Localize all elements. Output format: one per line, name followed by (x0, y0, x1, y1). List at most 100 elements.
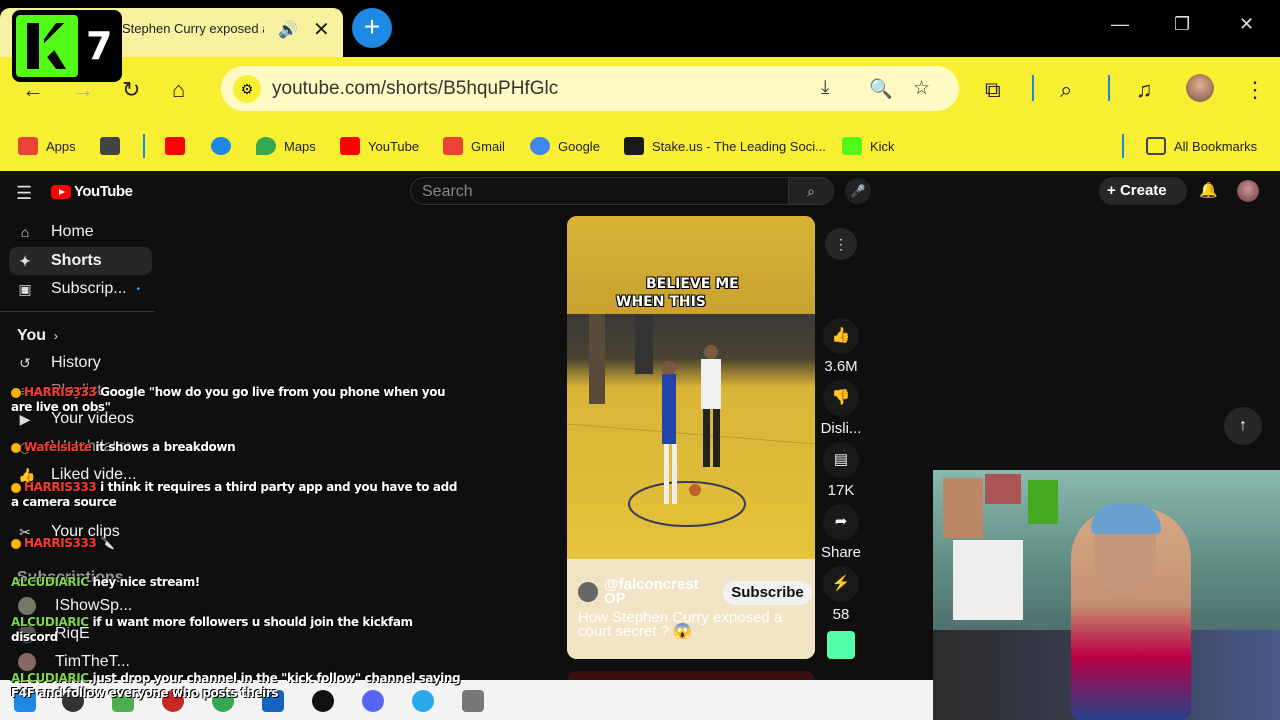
bookmark-kick[interactable]: Kick (842, 134, 895, 158)
channel-avatar (18, 597, 36, 615)
screen: { "browser": { "tab_title": "Stephen Cur… (0, 0, 1280, 720)
extensions-icon[interactable]: ⧉ (985, 77, 1001, 103)
kick-icon (842, 137, 862, 155)
youtube-icon (340, 137, 360, 155)
bookmark-maps[interactable]: Maps (256, 134, 316, 158)
google-icon (530, 137, 550, 155)
chat-username: ALCUDIARIC (11, 671, 89, 685)
minimize-icon[interactable]: — (1111, 14, 1129, 35)
hamburger-menu-icon[interactable]: ☰ (16, 183, 32, 204)
channel-avatar[interactable] (578, 582, 598, 602)
previous-short-button[interactable]: ↑ (1224, 407, 1262, 445)
create-button[interactable]: + Create (1099, 177, 1187, 205)
tab-title: Stephen Curry exposed a court (122, 21, 264, 36)
channel-info[interactable]: @falconcrest OP (578, 577, 712, 606)
address-bar[interactable]: ⚙ youtube.com/shorts/B5hquPHfGlc ⤓ 🔍 ☆ (221, 66, 959, 111)
star-icon[interactable]: ☆ (913, 77, 930, 100)
arrow-up-icon: ↑ (1239, 417, 1247, 434)
subscribe-button[interactable]: Subscribe (723, 581, 812, 605)
you-heading-text: You (17, 327, 47, 344)
install-icon[interactable]: ⤓ (821, 77, 829, 99)
media-control-icon[interactable]: ♫ (1136, 77, 1153, 103)
bookmark-google[interactable]: Google (530, 134, 600, 158)
you-heading[interactable]: You › (17, 327, 58, 345)
youtube-icon (165, 137, 185, 155)
dislike-label: Disli... (820, 420, 862, 437)
close-tab-icon[interactable]: ✕ (313, 17, 330, 42)
chat-message: ALCUDIARIC if u want more followers u sh… (11, 615, 461, 645)
short-video-player[interactable]: BELIEVE ME WHEN THIS @falconcrest OP Sub… (567, 216, 815, 659)
remix-button[interactable]: ⚡ 58 (815, 566, 867, 623)
profile-avatar[interactable] (1186, 74, 1214, 102)
dislike-button[interactable]: 👎 Disli... (815, 380, 867, 437)
close-window-icon[interactable]: ✕ (1239, 14, 1254, 35)
thumbs-up-icon: 👍 (823, 318, 859, 354)
youtube-logo[interactable]: YouTube (51, 183, 133, 200)
chat-message: HARRIS333 🔪 (11, 536, 461, 551)
wall-poster (1028, 480, 1058, 524)
toolbar-separator (1032, 75, 1034, 101)
chat-username: HARRIS333 (24, 385, 97, 399)
sidebar-item-home[interactable]: ⌂ Home (9, 218, 152, 246)
short-title[interactable]: How Stephen Curry exposed a court secret… (578, 610, 808, 639)
comment-icon: ▤ (823, 442, 859, 478)
sub-badge-icon (11, 482, 21, 493)
sidebar-divider (0, 311, 155, 312)
speaker-icon[interactable]: 🔊 (278, 20, 298, 40)
sidebar-item-shorts[interactable]: ✦ Shorts (9, 247, 152, 275)
reload-icon[interactable]: ↻ (122, 77, 140, 103)
bookmark-label: Kick (870, 138, 895, 154)
sub-badge-icon (11, 387, 21, 398)
channel-name[interactable]: @falconcrest OP (604, 577, 712, 606)
wall-poster (985, 474, 1021, 504)
bookmark-gmail[interactable]: Gmail (443, 134, 505, 158)
bookmark-grid[interactable] (100, 134, 128, 158)
chevron-right-icon: › (54, 329, 59, 343)
folder-icon (1146, 137, 1166, 155)
search-button[interactable]: ⌕ (788, 177, 834, 205)
notifications-bell-icon[interactable]: 🔔 (1199, 181, 1218, 199)
restore-icon[interactable]: ❐ (1174, 14, 1190, 35)
bookmark-label: Apps (46, 138, 76, 154)
bookmark-stake[interactable]: Stake.us - The Leading Soci... (624, 134, 826, 158)
home-icon[interactable]: ⌂ (172, 77, 185, 103)
search-icon: ⌕ (807, 183, 815, 199)
video-caption-line2: WHEN THIS (616, 294, 706, 310)
chat-username: ALCUDIARIC (11, 575, 89, 589)
sidebar-item-history[interactable]: ↺ History (9, 349, 152, 377)
browser-tab-bar: Stephen Curry exposed a court 🔊 ✕ + — ❐ … (0, 0, 1280, 58)
create-label: Create (1119, 182, 1167, 199)
voice-search-button[interactable]: 🎤 (845, 178, 871, 204)
bookmarks-bar: Apps Maps YouTube Gmail Google Stake.us … (0, 122, 1280, 171)
search-tabs-icon[interactable]: ⌕ (1060, 77, 1072, 103)
bookmark-separator (143, 134, 145, 158)
bookmark-youtube-icon[interactable] (165, 134, 193, 158)
chat-username: HARRIS333 (24, 480, 97, 494)
app-icon[interactable] (462, 690, 484, 712)
search-input[interactable]: Search (410, 177, 789, 205)
url-text[interactable]: youtube.com/shorts/B5hquPHfGlc (272, 78, 558, 100)
zoom-icon[interactable]: 🔍 (869, 77, 893, 101)
account-avatar[interactable] (1237, 180, 1259, 202)
menu-dots-icon[interactable]: ⋮ (1244, 77, 1266, 103)
sound-thumbnail[interactable] (827, 631, 855, 659)
more-options-icon[interactable]: ⋮ (825, 228, 857, 260)
all-bookmarks[interactable]: All Bookmarks (1146, 134, 1257, 158)
bookmark-blue[interactable] (211, 134, 239, 158)
like-button[interactable]: 👍 3.6M (815, 318, 867, 375)
gmail-icon (443, 137, 463, 155)
chat-username: Wafelslate (24, 440, 92, 454)
bookmark-apps[interactable]: Apps (18, 134, 76, 158)
new-tab-button[interactable]: + (352, 8, 392, 48)
remix-count: 58 (832, 606, 850, 623)
comments-button[interactable]: ▤ 17K (815, 442, 867, 499)
sub-badge-icon (11, 442, 21, 453)
share-button[interactable]: ➦ Share (815, 504, 867, 561)
search-placeholder: Search (422, 183, 473, 200)
bookmark-youtube[interactable]: YouTube (340, 134, 419, 158)
sidebar-item-subscriptions[interactable]: ▣ Subscrip... • (9, 275, 152, 303)
sidebar-label: TimTheT... (55, 653, 130, 670)
chat-username: HARRIS333 (24, 536, 97, 550)
home-icon: ⌂ (20, 224, 30, 240)
site-settings-icon[interactable]: ⚙ (233, 75, 261, 103)
